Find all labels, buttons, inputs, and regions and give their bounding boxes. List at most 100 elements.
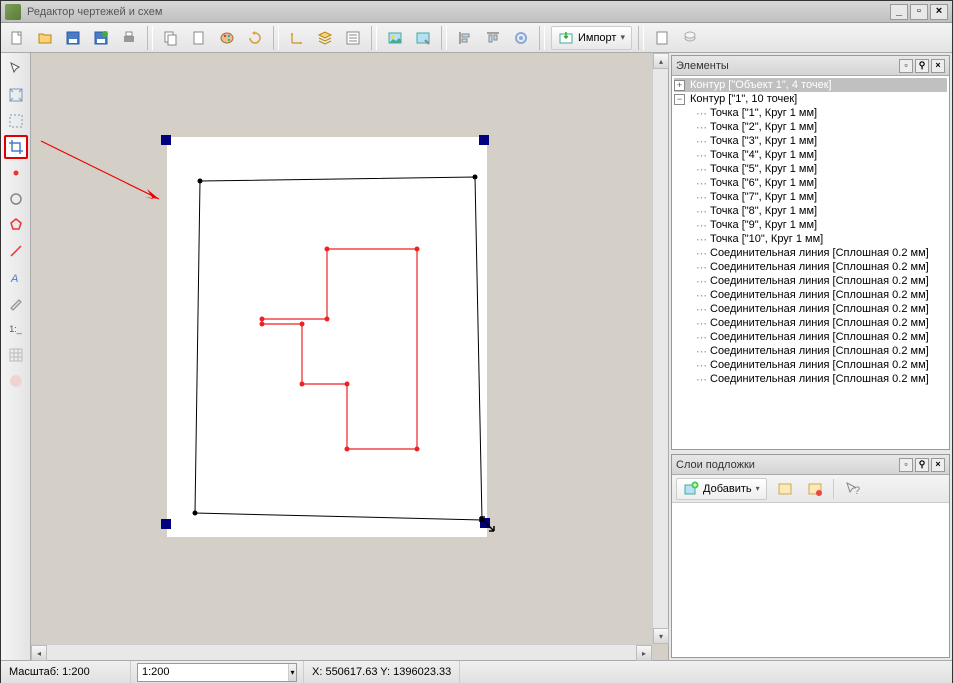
canvas-area[interactable]: ▴ ▾ ◂ ▸ — [31, 53, 668, 660]
copy-button[interactable] — [159, 26, 183, 50]
elements-panel-title: Элементы — [676, 60, 897, 72]
close-button[interactable]: × — [930, 4, 948, 20]
maximize-button[interactable]: ▫ — [910, 4, 928, 20]
annotation-arrow — [41, 141, 181, 211]
dropdown-arrow-icon: ▾ — [620, 32, 625, 43]
tree-item-contour1[interactable]: + Контур ["Объект 1", 4 точек] — [674, 78, 947, 92]
tree-item-point[interactable]: ⋯Точка ["7", Круг 1 мм] — [674, 190, 947, 204]
status-coords: X: 550617.63 Y: 1396023.33 — [303, 661, 460, 683]
resize-cursor-icon — [477, 514, 497, 534]
tree-item-point[interactable]: ⋯Точка ["10", Круг 1 мм] — [674, 232, 947, 246]
scrollbar-horizontal[interactable]: ◂ ▸ — [31, 644, 652, 660]
scroll-down-button[interactable]: ▾ — [653, 628, 669, 644]
tree-item-point[interactable]: ⋯Точка ["5", Круг 1 мм] — [674, 162, 947, 176]
new-button[interactable] — [5, 26, 29, 50]
add-layer-label: Добавить — [703, 483, 752, 495]
palette-button[interactable] — [215, 26, 239, 50]
rotate-button[interactable] — [243, 26, 267, 50]
import-label: Импорт — [578, 32, 616, 44]
tree-item-point[interactable]: ⋯Точка ["1", Круг 1 мм] — [674, 106, 947, 120]
print-button[interactable] — [117, 26, 141, 50]
polygon-tool[interactable] — [4, 213, 28, 237]
import-button[interactable]: Импорт ▾ — [551, 26, 632, 50]
line-tool[interactable] — [4, 239, 28, 263]
zoom-combo[interactable]: ▾ — [137, 663, 297, 682]
expand-icon[interactable]: + — [674, 80, 685, 91]
layer-props-button[interactable] — [803, 477, 827, 501]
tree-item-contour2[interactable]: − Контур ["1", 10 точек] — [674, 92, 947, 106]
app-icon — [5, 4, 21, 20]
layers-list[interactable] — [672, 503, 949, 657]
tree-item-line[interactable]: ⋯Соединительная линия [Сплошная 0.2 мм] — [674, 372, 947, 386]
zoom-window-tool[interactable] — [4, 109, 28, 133]
scroll-right-button[interactable]: ▸ — [636, 645, 652, 661]
tree-item-point[interactable]: ⋯Точка ["4", Круг 1 мм] — [674, 148, 947, 162]
text-tool[interactable]: A — [4, 265, 28, 289]
panel-pin-button[interactable]: ⚲ — [915, 59, 929, 73]
align-top-button[interactable] — [481, 26, 505, 50]
tree-item-point[interactable]: ⋯Точка ["9", Круг 1 мм] — [674, 218, 947, 232]
add-icon — [683, 481, 699, 497]
tree-item-line[interactable]: ⋯Соединительная линия [Сплошная 0.2 мм] — [674, 358, 947, 372]
panel-dock-button[interactable]: ▫ — [899, 59, 913, 73]
save-as-button[interactable] — [89, 26, 113, 50]
panel-dock-button[interactable]: ▫ — [899, 458, 913, 472]
doc2-button[interactable] — [678, 26, 702, 50]
image-tool-button[interactable] — [411, 26, 435, 50]
elements-panel: Элементы ▫ ⚲ × + Контур ["Объект 1", 4 т… — [671, 55, 950, 450]
scroll-up-button[interactable]: ▴ — [653, 53, 669, 69]
tree-item-line[interactable]: ⋯Соединительная линия [Сплошная 0.2 мм] — [674, 260, 947, 274]
grid-tool[interactable] — [4, 343, 28, 367]
scrollbar-vertical[interactable]: ▴ ▾ — [652, 53, 668, 644]
minimize-button[interactable]: _ — [890, 4, 908, 20]
select-tool[interactable] — [4, 57, 28, 81]
selection-handle-bl[interactable] — [161, 519, 171, 529]
tree-item-line[interactable]: ⋯Соединительная линия [Сплошная 0.2 мм] — [674, 344, 947, 358]
layers-panel-title: Слои подложки — [676, 459, 897, 471]
tree-item-line[interactable]: ⋯Соединительная линия [Сплошная 0.2 мм] — [674, 330, 947, 344]
zoom-extents-tool[interactable] — [4, 83, 28, 107]
tree-item-line[interactable]: ⋯Соединительная линия [Сплошная 0.2 мм] — [674, 288, 947, 302]
circle2-tool[interactable] — [4, 369, 28, 393]
pointer-help-button[interactable]: ? — [840, 477, 864, 501]
tree-item-line[interactable]: ⋯Соединительная линия [Сплошная 0.2 мм] — [674, 246, 947, 260]
tree-item-line[interactable]: ⋯Соединительная линия [Сплошная 0.2 мм] — [674, 316, 947, 330]
layers-button[interactable] — [313, 26, 337, 50]
align-left-button[interactable] — [453, 26, 477, 50]
paste-button[interactable] — [187, 26, 211, 50]
save-button[interactable] — [61, 26, 85, 50]
axes-button[interactable] — [285, 26, 309, 50]
layers-panel: Слои подложки ▫ ⚲ × Добавить ▾ ? — [671, 454, 950, 658]
tree-item-point[interactable]: ⋯Точка ["8", Круг 1 мм] — [674, 204, 947, 218]
panel-pin-button[interactable]: ⚲ — [915, 458, 929, 472]
tree-item-line[interactable]: ⋯Соединительная линия [Сплошная 0.2 мм] — [674, 274, 947, 288]
selection-handle-tr[interactable] — [479, 135, 489, 145]
open-button[interactable] — [33, 26, 57, 50]
dropdown-arrow-icon: ▾ — [756, 484, 760, 493]
tree-item-point[interactable]: ⋯Точка ["2", Круг 1 мм] — [674, 120, 947, 134]
tree-item-point[interactable]: ⋯Точка ["6", Круг 1 мм] — [674, 176, 947, 190]
pen-tool[interactable] — [4, 291, 28, 315]
list-button[interactable] — [341, 26, 365, 50]
crop-tool[interactable] — [4, 135, 28, 159]
settings-button[interactable] — [509, 26, 533, 50]
doc1-button[interactable] — [650, 26, 674, 50]
main-toolbar: Импорт ▾ — [1, 23, 952, 53]
red-contour — [262, 249, 442, 459]
layer-edit-button[interactable] — [773, 477, 797, 501]
elements-tree[interactable]: + Контур ["Объект 1", 4 точек] − Контур … — [672, 76, 949, 449]
circle-tool[interactable] — [4, 187, 28, 211]
point-tool[interactable] — [4, 161, 28, 185]
tree-item-point[interactable]: ⋯Точка ["3", Круг 1 мм] — [674, 134, 947, 148]
panel-close-button[interactable]: × — [931, 458, 945, 472]
title-bar: Редактор чертежей и схем _ ▫ × — [1, 1, 952, 23]
add-layer-button[interactable]: Добавить ▾ — [676, 478, 767, 500]
zoom-input[interactable] — [138, 666, 288, 678]
scroll-left-button[interactable]: ◂ — [31, 645, 47, 661]
zoom-dropdown-button[interactable]: ▾ — [288, 664, 296, 681]
collapse-icon[interactable]: − — [674, 94, 685, 105]
tree-item-line[interactable]: ⋯Соединительная линия [Сплошная 0.2 мм] — [674, 302, 947, 316]
image-settings-button[interactable] — [383, 26, 407, 50]
scale-tool[interactable]: 1:_ — [4, 317, 28, 341]
panel-close-button[interactable]: × — [931, 59, 945, 73]
